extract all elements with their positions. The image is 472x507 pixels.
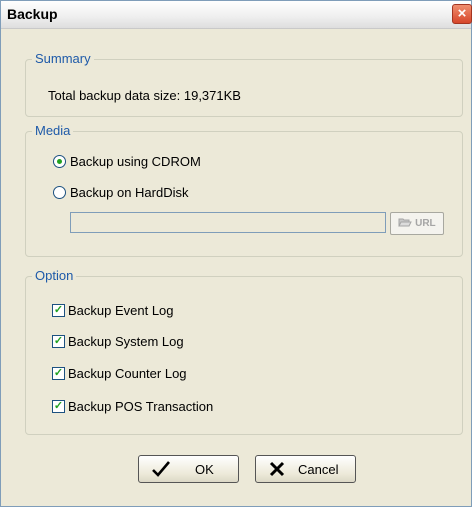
cancel-button[interactable]: Cancel (255, 455, 356, 483)
title-bar[interactable]: Backup × (1, 1, 472, 29)
checkbox-pos-transaction[interactable]: ✓ (52, 400, 65, 413)
checkbox-counter-log-label[interactable]: Backup Counter Log (68, 366, 187, 381)
ok-button-label: OK (195, 462, 214, 477)
backup-path-field (70, 212, 386, 233)
close-button[interactable]: × (452, 4, 472, 24)
radio-cdrom[interactable] (53, 155, 66, 168)
checkbox-event-log-label[interactable]: Backup Event Log (68, 303, 174, 318)
ok-button[interactable]: OK (138, 455, 239, 483)
dialog-title: Backup (7, 6, 58, 22)
folder-open-icon (398, 218, 415, 229)
total-size-text: Total backup data size: 19,371KB (48, 88, 241, 103)
x-icon (268, 459, 286, 483)
cancel-button-label: Cancel (298, 462, 339, 477)
checkbox-counter-log[interactable]: ✓ (52, 367, 65, 380)
backup-dialog: Backup × Summary Total backup data size:… (0, 0, 472, 507)
summary-legend: Summary (32, 51, 94, 66)
media-legend: Media (32, 123, 74, 138)
radio-harddisk[interactable] (53, 186, 66, 199)
radio-harddisk-label[interactable]: Backup on HardDisk (70, 185, 189, 200)
radio-cdrom-label[interactable]: Backup using CDROM (70, 154, 201, 169)
checkbox-system-log[interactable]: ✓ (52, 335, 65, 348)
url-button-label: URL (415, 218, 436, 229)
close-icon: × (457, 5, 467, 22)
radio-selected-dot (57, 159, 62, 164)
option-legend: Option (32, 268, 77, 283)
checkbox-system-log-label[interactable]: Backup System Log (68, 334, 184, 349)
checkbox-event-log[interactable]: ✓ (52, 304, 65, 317)
checkbox-pos-transaction-label[interactable]: Backup POS Transaction (68, 399, 213, 414)
url-browse-button: URL (390, 212, 444, 235)
checkmark-icon (151, 459, 171, 483)
